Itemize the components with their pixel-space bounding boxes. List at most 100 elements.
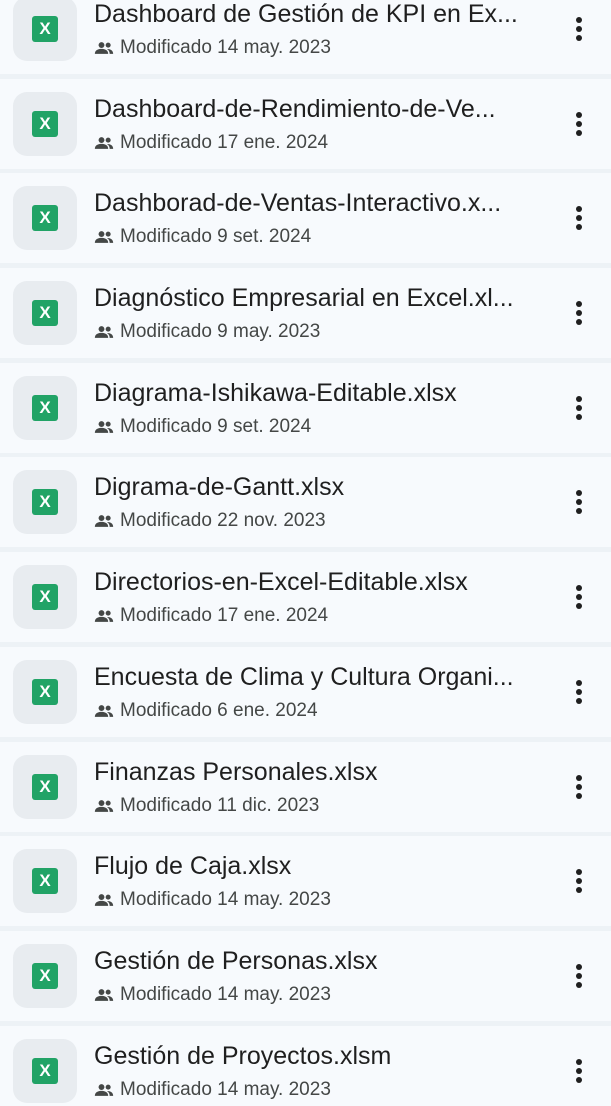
excel-file-icon: X [32, 205, 58, 232]
modified-date: Modificado 9 set. 2024 [120, 415, 312, 437]
more-vert-icon [576, 679, 582, 704]
excel-file-icon: X [32, 868, 58, 895]
file-name: Dashboard de Gestión de KPI en Ex... [94, 0, 518, 28]
file-row[interactable]: X Diagnóstico Empresarial en Excel.xl...… [0, 268, 611, 359]
people-icon [94, 610, 114, 622]
file-row[interactable]: X Gestión de Personas.xlsx Modificado 14… [0, 930, 611, 1021]
file-row[interactable]: X Diagrama-Ishikawa-Editable.xlsx Modifi… [0, 362, 611, 453]
file-row[interactable]: X Finanzas Personales.xlsx Modificado 11… [0, 741, 611, 832]
more-options-button[interactable] [562, 765, 596, 809]
people-icon [94, 704, 114, 717]
file-list: X Dashboard de Gestión de KPI en Ex... M… [0, 0, 611, 1106]
more-vert-icon [576, 963, 582, 988]
more-options-button[interactable] [562, 480, 596, 524]
file-row[interactable]: X Digrama-de-Gantt.xlsx Modificado 22 no… [0, 457, 611, 548]
excel-file-icon: X [32, 394, 58, 421]
modified-date: Modificado 14 may. 2023 [120, 37, 331, 58]
people-icon [94, 515, 114, 528]
file-thumbnail: X [13, 281, 77, 346]
file-row[interactable]: X Directorios-en-Excel-Editable.xlsx Mod… [0, 552, 611, 643]
people-icon [94, 420, 114, 433]
people-icon [94, 326, 114, 338]
file-thumbnail: X [13, 1038, 77, 1103]
more-options-button[interactable] [562, 386, 596, 430]
excel-file-icon: X [32, 110, 58, 137]
excel-file-icon: X [32, 678, 58, 705]
file-meta: Modificado 11 dic. 2023 [94, 794, 319, 818]
file-row[interactable]: X Flujo de Caja.xlsx Modificado 14 may. … [0, 836, 611, 927]
people-icon [94, 136, 114, 149]
people-icon [94, 894, 114, 907]
modified-date: Modificado 6 ene. 2024 [120, 699, 318, 721]
file-meta: Modificado 9 may. 2023 [94, 320, 320, 344]
more-options-button[interactable] [562, 291, 596, 335]
excel-file-icon: X [32, 300, 58, 327]
more-vert-icon [576, 395, 582, 420]
more-options-button[interactable] [562, 1049, 596, 1093]
people-icon [94, 1083, 114, 1096]
more-vert-icon [576, 869, 582, 894]
file-meta: Modificado 9 set. 2024 [94, 225, 311, 249]
people-icon [94, 989, 114, 1001]
file-meta: Modificado 9 set. 2024 [94, 415, 311, 439]
file-name: Flujo de Caja.xlsx [94, 852, 292, 881]
modified-date: Modificado 11 dic. 2023 [120, 794, 320, 816]
file-meta: Modificado 17 ene. 2024 [94, 131, 328, 155]
file-name: Diagnóstico Empresarial en Excel.xl... [94, 284, 514, 313]
more-options-button[interactable] [562, 102, 596, 146]
file-thumbnail: X [13, 754, 77, 819]
more-vert-icon [576, 490, 582, 515]
file-thumbnail: X [13, 659, 77, 724]
more-options-button[interactable] [562, 670, 596, 714]
file-row[interactable]: X Encuesta de Clima y Cultura Organi... … [0, 646, 611, 737]
people-icon [94, 231, 114, 244]
excel-file-icon: X [32, 1057, 58, 1084]
file-name: Gestión de Personas.xlsx [94, 946, 378, 975]
more-options-button[interactable] [562, 575, 596, 619]
file-thumbnail: X [13, 565, 77, 630]
file-meta: Modificado 22 nov. 2023 [94, 509, 326, 533]
file-name: Gestión de Proyectos.xlsm [94, 1041, 392, 1070]
more-vert-icon [576, 301, 582, 326]
file-row[interactable]: X Gestión de Proyectos.xlsm Modificado 1… [0, 1025, 611, 1106]
people-icon [94, 799, 114, 812]
excel-file-icon: X [32, 962, 58, 989]
more-options-button[interactable] [562, 7, 596, 51]
file-row[interactable]: X Dashboard de Gestión de KPI en Ex... M… [0, 0, 611, 74]
modified-date: Modificado 14 may. 2023 [120, 983, 331, 1005]
modified-date: Modificado 9 set. 2024 [120, 226, 312, 248]
file-meta: Modificado 14 may. 2023 [94, 36, 331, 60]
more-vert-icon [576, 774, 582, 799]
file-thumbnail: X [13, 943, 77, 1008]
modified-date: Modificado 17 ene. 2024 [120, 131, 329, 153]
modified-date: Modificado 14 may. 2023 [120, 889, 331, 911]
file-meta: Modificado 14 may. 2023 [94, 983, 331, 1007]
file-thumbnail: X [13, 186, 77, 251]
more-vert-icon [576, 17, 582, 41]
file-name: Dashborad-de-Ventas-Interactivo.x... [94, 189, 502, 218]
file-row[interactable]: X Dashborad-de-Ventas-Interactivo.x... M… [0, 173, 611, 264]
file-meta: Modificado 17 ene. 2024 [94, 604, 328, 628]
more-vert-icon [576, 1058, 582, 1083]
excel-file-icon: X [32, 584, 58, 611]
file-name: Dashboard-de-Rendimiento-de-Ve... [94, 94, 496, 123]
file-row[interactable]: X Dashboard-de-Rendimiento-de-Ve... Modi… [0, 78, 611, 169]
more-vert-icon [576, 206, 582, 231]
more-vert-icon [576, 585, 582, 610]
excel-file-icon: X [32, 16, 58, 42]
more-options-button[interactable] [562, 954, 596, 998]
file-thumbnail: X [13, 375, 77, 440]
file-thumbnail: X [13, 470, 77, 535]
file-thumbnail: X [13, 0, 77, 61]
more-options-button[interactable] [562, 196, 596, 240]
excel-file-icon: X [32, 773, 58, 800]
modified-date: Modificado 14 may. 2023 [120, 1078, 331, 1100]
file-name: Digrama-de-Gantt.xlsx [94, 473, 345, 502]
file-name: Encuesta de Clima y Cultura Organi... [94, 662, 514, 691]
file-meta: Modificado 14 may. 2023 [94, 888, 331, 912]
file-name: Diagrama-Ishikawa-Editable.xlsx [94, 378, 457, 407]
file-thumbnail: X [13, 849, 77, 914]
file-name: Finanzas Personales.xlsx [94, 757, 378, 786]
modified-date: Modificado 22 nov. 2023 [120, 510, 326, 532]
more-options-button[interactable] [562, 859, 596, 903]
